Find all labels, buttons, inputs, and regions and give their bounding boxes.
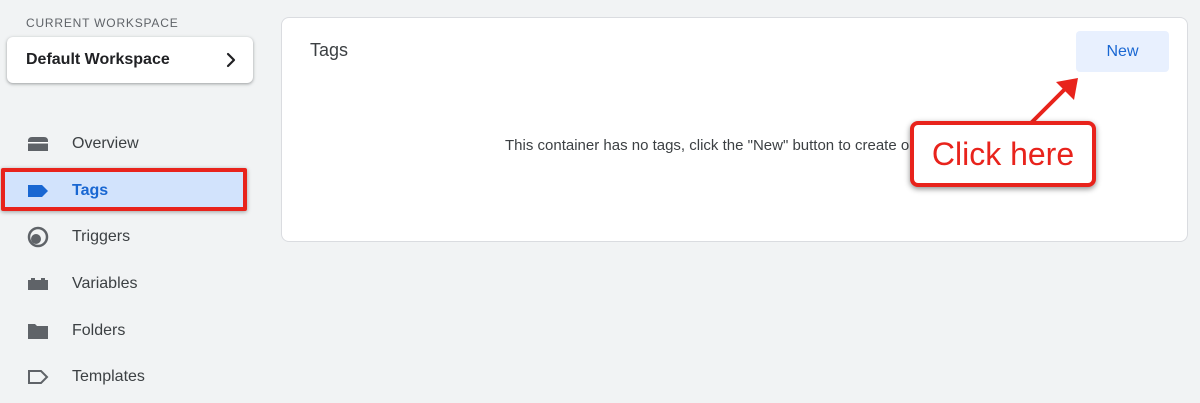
sidebar-item-label: Templates bbox=[72, 368, 145, 386]
folder-icon bbox=[26, 319, 50, 343]
page-title: Tags bbox=[310, 40, 349, 60]
sidebar-item-templates[interactable]: Templates bbox=[0, 354, 262, 401]
workspace-selector[interactable]: Default Workspace bbox=[7, 37, 253, 83]
overview-icon bbox=[26, 132, 50, 156]
trigger-icon bbox=[26, 225, 50, 249]
sidebar-item-overview[interactable]: Overview bbox=[0, 121, 262, 168]
sidebar-item-label: Tags bbox=[72, 181, 109, 199]
new-tag-button[interactable]: New bbox=[1076, 31, 1169, 72]
empty-state-message: This container has no tags, click the "N… bbox=[505, 137, 910, 154]
template-icon bbox=[26, 365, 50, 389]
tag-icon bbox=[26, 179, 50, 203]
sidebar-item-triggers[interactable]: Triggers bbox=[0, 214, 262, 261]
sidebar-nav: Overview Tags Triggers Variables Folders… bbox=[0, 121, 262, 401]
sidebar-item-variables[interactable]: Variables bbox=[0, 261, 262, 308]
variables-icon bbox=[26, 272, 50, 296]
sidebar-item-label: Triggers bbox=[72, 228, 131, 246]
chevron-right-icon bbox=[225, 52, 237, 68]
sidebar-item-label: Overview bbox=[72, 135, 139, 153]
sidebar-item-label: Variables bbox=[72, 275, 138, 293]
sidebar-item-folders[interactable]: Folders bbox=[0, 307, 262, 354]
workspace-name: Default Workspace bbox=[26, 51, 170, 68]
sidebar-item-label: Folders bbox=[72, 321, 126, 339]
click-here-callout: Click here bbox=[910, 121, 1096, 187]
sidebar-item-tags[interactable]: Tags bbox=[0, 168, 262, 215]
current-workspace-label: CURRENT WORKSPACE bbox=[26, 16, 179, 30]
